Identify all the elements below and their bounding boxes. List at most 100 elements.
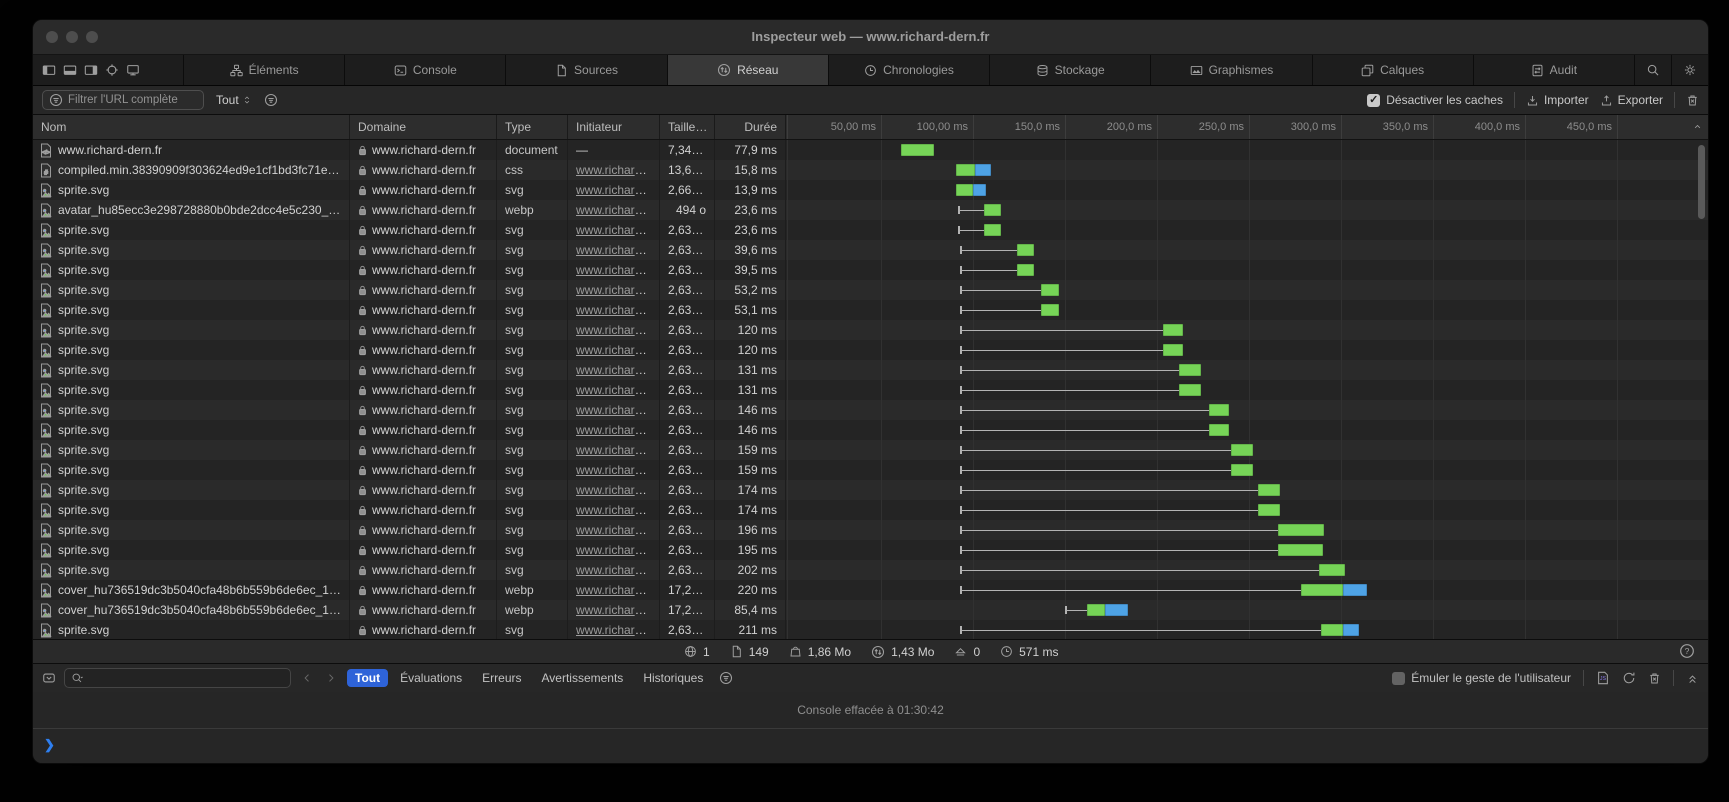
element-picker-icon[interactable] xyxy=(105,63,119,77)
tab-network[interactable]: Réseau xyxy=(667,55,828,85)
initiator-link[interactable]: www.richard-d… xyxy=(576,543,660,557)
export-button[interactable]: Exporter xyxy=(1600,93,1663,107)
initiator-link[interactable]: www.richard-d… xyxy=(576,623,660,637)
network-row[interactable]: sprite.svgwww.richard-dern.frsvgwww.rich… xyxy=(33,220,1708,240)
clear-console-icon[interactable] xyxy=(1648,672,1661,685)
dock-bottom-icon[interactable] xyxy=(63,63,77,77)
initiator-link[interactable]: www.richard-d… xyxy=(576,583,660,597)
device-icon[interactable] xyxy=(126,63,140,77)
initiator-link[interactable]: www.richard-d… xyxy=(576,423,660,437)
network-row[interactable]: sprite.svgwww.richard-dern.frsvgwww.rich… xyxy=(33,380,1708,400)
initiator-link[interactable]: www.richard-d… xyxy=(576,243,660,257)
network-row[interactable]: sprite.svgwww.richard-dern.frsvgwww.rich… xyxy=(33,440,1708,460)
initiator-link[interactable]: www.richard-d… xyxy=(576,223,660,237)
resource-type-popup[interactable]: Tout xyxy=(216,93,252,107)
column-header-duration[interactable]: Durée xyxy=(715,115,786,139)
emulate-user-gesture-checkbox[interactable]: Émuler le geste de l'utilisateur xyxy=(1392,671,1571,685)
network-row[interactable]: </>www.richard-dern.frwww.richard-dern.f… xyxy=(33,140,1708,160)
initiator-link[interactable]: www.richard-d… xyxy=(576,383,660,397)
initiator-link[interactable]: www.richard-d… xyxy=(576,183,660,197)
network-row[interactable]: sprite.svgwww.richard-dern.frsvgwww.rich… xyxy=(33,400,1708,420)
settings-button[interactable] xyxy=(1671,55,1708,85)
network-row[interactable]: sprite.svgwww.richard-dern.frsvgwww.rich… xyxy=(33,300,1708,320)
tab-layers[interactable]: Calques xyxy=(1312,55,1473,85)
dock-left-icon[interactable] xyxy=(42,63,56,77)
column-header-initiator[interactable]: Initiateur xyxy=(568,115,660,139)
network-row[interactable]: cover_hu736519dc3b5040cfa48b6b559b6de6ec… xyxy=(33,600,1708,620)
initiator-link[interactable]: www.richard-d… xyxy=(576,563,660,577)
import-button[interactable]: Importer xyxy=(1526,93,1589,107)
reload-icon[interactable] xyxy=(1622,671,1636,685)
network-row[interactable]: sprite.svgwww.richard-dern.frsvgwww.rich… xyxy=(33,280,1708,300)
network-filter-options-icon[interactable] xyxy=(264,93,278,107)
expand-console-icon[interactable] xyxy=(1686,672,1699,685)
network-row[interactable]: sprite.svgwww.richard-dern.frsvgwww.rich… xyxy=(33,240,1708,260)
console-prompt-row[interactable]: ❯ xyxy=(33,729,1708,763)
initiator-link[interactable]: www.richard-d… xyxy=(576,203,660,217)
network-row[interactable]: sprite.svgwww.richard-dern.frsvgwww.rich… xyxy=(33,560,1708,580)
network-row[interactable]: sprite.svgwww.richard-dern.frsvgwww.rich… xyxy=(33,340,1708,360)
initiator-link[interactable]: www.richard-d… xyxy=(576,403,660,417)
help-icon[interactable]: ? xyxy=(1679,643,1695,659)
network-row[interactable]: sprite.svgwww.richard-dern.frsvgwww.rich… xyxy=(33,360,1708,380)
console-scope-evaluations[interactable]: Évaluations xyxy=(392,669,470,687)
dock-right-icon[interactable] xyxy=(84,63,98,77)
network-row[interactable]: sprite.svgwww.richard-dern.frsvgwww.rich… xyxy=(33,620,1708,640)
initiator-link[interactable]: www.richard-d… xyxy=(576,303,660,317)
network-row[interactable]: sprite.svgwww.richard-dern.frsvgwww.rich… xyxy=(33,260,1708,280)
network-row[interactable]: sprite.svgwww.richard-dern.frsvgwww.rich… xyxy=(33,420,1708,440)
console-search-input[interactable] xyxy=(64,668,291,688)
initiator-link[interactable]: www.richard-d… xyxy=(576,343,660,357)
initiator-link[interactable]: www.richard-d… xyxy=(576,283,660,297)
tab-sources[interactable]: Sources xyxy=(505,55,666,85)
network-row[interactable]: avatar_hu85ecc3e298728880b0bde2dcc4e5c23… xyxy=(33,200,1708,220)
column-header-name[interactable]: Nom xyxy=(33,115,350,139)
previous-result-button[interactable] xyxy=(299,669,315,687)
network-row[interactable]: #compiled.min.38390909f303624ed9e1cf1bd3… xyxy=(33,160,1708,180)
clear-network-items-icon[interactable] xyxy=(1686,94,1699,107)
initiator-link[interactable]: www.richard-d… xyxy=(576,163,660,177)
initiator-link[interactable]: www.richard-d… xyxy=(576,323,660,337)
network-row[interactable]: sprite.svgwww.richard-dern.frsvgwww.rich… xyxy=(33,500,1708,520)
url-filter-input[interactable]: Filtrer l'URL complète xyxy=(42,90,204,110)
initiator-link[interactable]: www.richard-d… xyxy=(576,523,660,537)
traffic-lights[interactable] xyxy=(46,31,98,43)
disable-caches-checkbox[interactable]: ✓ Désactiver les caches xyxy=(1367,93,1503,107)
tab-graphics[interactable]: Graphismes xyxy=(1150,55,1311,85)
initiator-link[interactable]: www.richard-d… xyxy=(576,443,660,457)
vertical-scrollbar[interactable] xyxy=(1698,145,1705,219)
initiator-link[interactable]: www.richard-d… xyxy=(576,603,660,617)
column-header-type[interactable]: Type xyxy=(497,115,568,139)
network-row[interactable]: sprite.svgwww.richard-dern.frsvgwww.rich… xyxy=(33,540,1708,560)
console-mode-picker-icon[interactable] xyxy=(42,671,56,685)
console-scope-historiques[interactable]: Historiques xyxy=(635,669,711,687)
tab-console[interactable]: Console xyxy=(344,55,505,85)
network-row[interactable]: sprite.svgwww.richard-dern.frsvgwww.rich… xyxy=(33,460,1708,480)
column-header-size[interactable]: Taille… xyxy=(660,115,715,139)
console-filter-options-icon[interactable] xyxy=(719,671,733,685)
console-scope-tout[interactable]: Tout xyxy=(347,669,388,687)
close-window-button[interactable] xyxy=(46,31,58,43)
initiator-link[interactable]: www.richard-d… xyxy=(576,363,660,377)
tab-elements[interactable]: Éléments xyxy=(183,55,344,85)
network-row[interactable]: sprite.svgwww.richard-dern.frsvgwww.rich… xyxy=(33,520,1708,540)
search-button[interactable] xyxy=(1634,55,1671,85)
network-row[interactable]: cover_hu736519dc3b5040cfa48b6b559b6de6ec… xyxy=(33,580,1708,600)
zoom-window-button[interactable] xyxy=(86,31,98,43)
initiator-link[interactable]: www.richard-d… xyxy=(576,483,660,497)
tab-storage[interactable]: Stockage xyxy=(989,55,1150,85)
next-result-button[interactable] xyxy=(323,669,339,687)
network-row[interactable]: sprite.svgwww.richard-dern.frsvgwww.rich… xyxy=(33,480,1708,500)
column-header-domain[interactable]: Domaine xyxy=(350,115,497,139)
titlebar[interactable]: Inspecteur web — www.richard-dern.fr xyxy=(33,20,1708,55)
initiator-link[interactable]: www.richard-d… xyxy=(576,503,660,517)
tab-timelines[interactable]: Chronologies xyxy=(828,55,989,85)
network-row[interactable]: sprite.svgwww.richard-dern.frsvgwww.rich… xyxy=(33,180,1708,200)
console-scope-erreurs[interactable]: Erreurs xyxy=(474,669,529,687)
script-source-icon[interactable]: JS xyxy=(1596,671,1610,685)
console-scope-avertissements[interactable]: Avertissements xyxy=(534,669,632,687)
minimize-window-button[interactable] xyxy=(66,31,78,43)
initiator-link[interactable]: www.richard-d… xyxy=(576,463,660,477)
chevron-up-icon[interactable] xyxy=(1692,121,1703,132)
initiator-link[interactable]: www.richard-d… xyxy=(576,263,660,277)
